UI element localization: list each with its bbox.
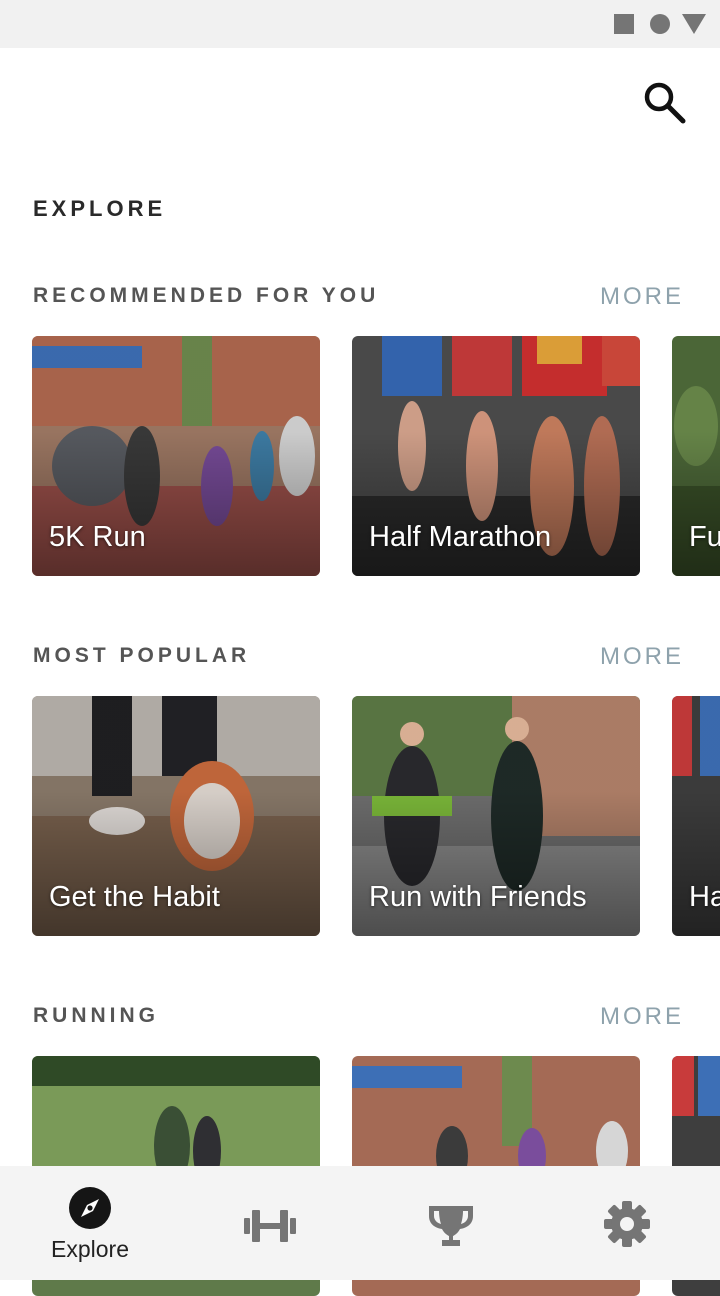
card-label: Half Marathon xyxy=(369,521,552,553)
more-link-running[interactable]: MORE xyxy=(600,1003,684,1031)
search-button[interactable] xyxy=(640,78,688,126)
card-label: Get the Habit xyxy=(49,881,220,913)
trophy-icon xyxy=(429,1206,473,1246)
card-partial[interactable]: Fu xyxy=(672,336,720,576)
more-link-most-popular[interactable]: MORE xyxy=(600,643,684,671)
card-run-with-friends[interactable]: Run with Friends xyxy=(352,696,640,936)
compass-icon xyxy=(69,1187,111,1229)
nav-item-workouts[interactable] xyxy=(180,1166,360,1280)
section-title-recommended: RECOMMENDED FOR YOU xyxy=(33,284,380,307)
card-label: Ha xyxy=(689,881,720,913)
card-5k-run[interactable]: 5K Run xyxy=(32,336,320,576)
page-title: EXPLORE xyxy=(33,196,167,221)
nav-label-explore: Explore xyxy=(51,1236,129,1262)
more-link-recommended[interactable]: MORE xyxy=(600,283,684,311)
section-title-most-popular: MOST POPULAR xyxy=(33,644,251,667)
nav-item-explore[interactable]: Explore xyxy=(0,1166,180,1280)
card-label: Fu xyxy=(689,521,720,553)
nav-item-settings[interactable] xyxy=(540,1166,720,1280)
square-icon xyxy=(614,14,634,34)
card-label: Run with Friends xyxy=(369,881,587,913)
triangle-icon xyxy=(682,14,706,34)
card-label: 5K Run xyxy=(49,521,146,553)
nav-item-achievements[interactable] xyxy=(360,1166,540,1280)
status-bar xyxy=(0,0,720,48)
card-half-marathon[interactable]: Half Marathon xyxy=(352,336,640,576)
card-get-the-habit[interactable]: Get the Habit xyxy=(32,696,320,936)
card-partial[interactable]: Ha xyxy=(672,696,720,936)
gear-icon xyxy=(604,1201,650,1247)
search-icon xyxy=(644,82,686,124)
circle-icon xyxy=(650,14,670,34)
bottom-nav: Explore xyxy=(0,1166,720,1280)
dumbbell-icon xyxy=(244,1210,296,1242)
section-title-running: RUNNING xyxy=(33,1004,159,1027)
